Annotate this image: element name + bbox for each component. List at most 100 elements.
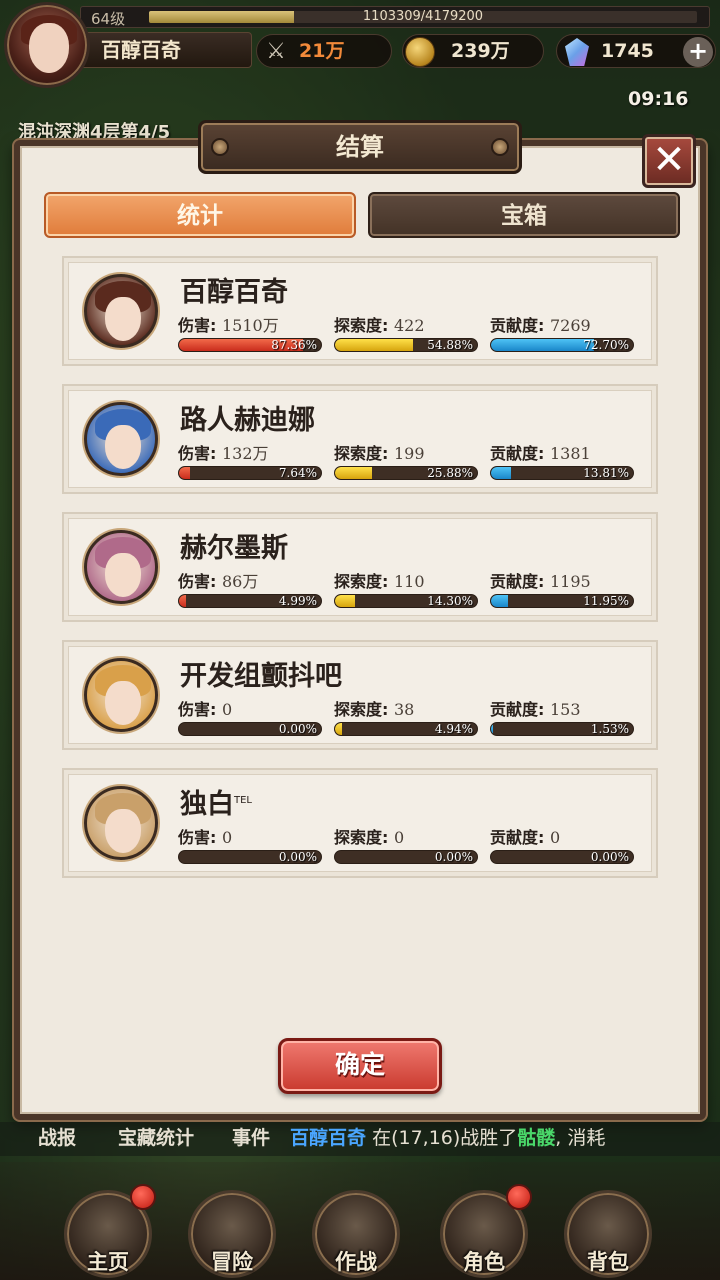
player-portrait: [84, 402, 158, 476]
tab-treasure-stats[interactable]: 宝藏统计: [118, 1122, 194, 1154]
nav-home[interactable]: 主页: [56, 1184, 160, 1280]
player-card: 赫尔墨斯 伤害: 86万 4.99% 探索度: 110 14.30% 贡献度: …: [62, 512, 658, 622]
contribution-stat-percent: 1.53%: [590, 722, 629, 736]
explore-stat-label: 探索度: 38: [334, 700, 478, 720]
bottom-nav: 主页 冒险 作战 角色 背包: [0, 1162, 720, 1280]
damage-stat-percent: 0.00%: [278, 850, 317, 864]
clock: 09:16: [628, 88, 689, 110]
contribution-stat: 贡献度: 1381 13.81%: [490, 444, 634, 480]
close-button[interactable]: ✕: [642, 134, 696, 188]
damage-stat-title: 伤害:: [178, 444, 217, 463]
notification-dot-icon: [506, 1184, 532, 1210]
contribution-stat: 贡献度: 0 0.00%: [490, 828, 634, 864]
contribution-stat: 贡献度: 7269 72.70%: [490, 316, 634, 352]
player-name-label: 赫尔墨斯: [180, 526, 288, 565]
damage-stat-value: 0: [221, 700, 233, 719]
nav-backpack[interactable]: 背包: [556, 1184, 660, 1280]
tab-battle-report[interactable]: 战报: [38, 1122, 76, 1154]
level-label: 64级: [91, 10, 126, 28]
player-name-text: 路人赫迪娜: [180, 405, 315, 436]
damage-stat-fill: [179, 467, 190, 479]
contribution-stat-label: 贡献度: 153: [490, 700, 634, 720]
explore-stat-value: 0: [393, 828, 405, 847]
explore-stat: 探索度: 199 25.88%: [334, 444, 478, 480]
damage-stat-title: 伤害:: [178, 572, 217, 591]
damage-stat: 伤害: 86万 4.99%: [178, 572, 322, 608]
nav-character[interactable]: 角色: [432, 1184, 536, 1280]
damage-stat-title: 伤害:: [178, 700, 217, 719]
explore-stat-percent: 54.88%: [427, 338, 473, 352]
player-name-text: 百醇百奇: [180, 277, 288, 308]
contribution-stat-fill: [491, 339, 595, 351]
nav-adventure[interactable]: 冒险: [180, 1184, 284, 1280]
player-avatar[interactable]: [4, 2, 90, 88]
player-name-label: 路人赫迪娜: [180, 398, 315, 437]
explore-stat-percent: 25.88%: [427, 466, 473, 480]
ticker-player: 百醇百奇: [290, 1127, 367, 1149]
contribution-stat-value: 7269: [549, 316, 591, 335]
tab-chest[interactable]: 宝箱: [368, 192, 680, 238]
dialog-title: 结算: [198, 120, 522, 174]
contribution-stat-label: 贡献度: 1195: [490, 572, 634, 592]
portrait-face: [105, 681, 141, 725]
explore-stat-title: 探索度:: [334, 572, 389, 591]
damage-stat-label: 伤害: 0: [178, 828, 322, 848]
explore-stat-value: 110: [393, 572, 425, 591]
explore-stat-bar: 54.88%: [334, 338, 478, 352]
explore-stat-label: 探索度: 422: [334, 316, 478, 336]
power-value: 21万: [299, 40, 345, 62]
explore-stat: 探索度: 110 14.30%: [334, 572, 478, 608]
explore-stat: 探索度: 0 0.00%: [334, 828, 478, 864]
explore-stat-label: 探索度: 0: [334, 828, 478, 848]
contribution-stat-percent: 11.95%: [583, 594, 629, 608]
damage-stat-title: 伤害:: [178, 316, 217, 335]
damage-stat-title: 伤害:: [178, 828, 217, 847]
damage-stat-percent: 0.00%: [278, 722, 317, 736]
contribution-stat: 贡献度: 153 1.53%: [490, 700, 634, 736]
confirm-button[interactable]: 确定: [278, 1038, 442, 1094]
ticker-monster: 骷髅: [517, 1127, 556, 1149]
notification-dot-icon: [130, 1184, 156, 1210]
nav-battle[interactable]: 作战: [304, 1184, 408, 1280]
tab-events[interactable]: 事件: [232, 1122, 270, 1154]
player-name-text: 独白: [180, 789, 234, 820]
gem-value: 1745: [601, 40, 654, 62]
player-card: 百醇百奇 伤害: 1510万 87.36% 探索度: 422 54.88% 贡献…: [62, 256, 658, 366]
ticker-message: 百醇百奇 在(17,16)战胜了骷髅, 消耗: [290, 1122, 605, 1154]
nav-label: 背包: [587, 1250, 629, 1274]
contribution-stat-title: 贡献度:: [490, 316, 545, 335]
explore-stat-percent: 4.94%: [434, 722, 473, 736]
nav-label: 角色: [463, 1250, 505, 1274]
avatar-face: [29, 23, 69, 73]
contribution-stat-value: 0: [549, 828, 561, 847]
player-tag: TEL: [234, 795, 252, 806]
contribution-stat-label: 贡献度: 1381: [490, 444, 634, 464]
tab-stats[interactable]: 统计: [44, 192, 356, 238]
contribution-stat-percent: 72.70%: [583, 338, 629, 352]
contribution-stat-bar: 11.95%: [490, 594, 634, 608]
contribution-stat: 贡献度: 1195 11.95%: [490, 572, 634, 608]
contribution-stat-title: 贡献度:: [490, 828, 545, 847]
player-portrait: [84, 274, 158, 348]
nav-label: 主页: [87, 1250, 129, 1274]
explore-stat-title: 探索度:: [334, 444, 389, 463]
explore-stat-bar: 14.30%: [334, 594, 478, 608]
damage-stat-label: 伤害: 132万: [178, 444, 322, 464]
coin-icon: [405, 37, 435, 67]
add-gems-icon[interactable]: +: [683, 37, 713, 67]
player-name-text: 赫尔墨斯: [180, 533, 288, 564]
damage-stat: 伤害: 132万 7.64%: [178, 444, 322, 480]
gem-display: 1745 +: [556, 34, 716, 68]
contribution-stat-percent: 0.00%: [590, 850, 629, 864]
explore-stat-bar: 4.94%: [334, 722, 478, 736]
nav-label: 冒险: [211, 1250, 253, 1274]
contribution-stat-value: 1381: [549, 444, 591, 463]
player-portrait: [84, 786, 158, 860]
player-name: 百醇百奇: [80, 32, 252, 68]
explore-stat-title: 探索度:: [334, 700, 389, 719]
explore-stat-percent: 0.00%: [434, 850, 473, 864]
explore-stat: 探索度: 422 54.88%: [334, 316, 478, 352]
damage-stat: 伤害: 0 0.00%: [178, 700, 322, 736]
explore-stat-title: 探索度:: [334, 828, 389, 847]
level-exp-bar: 64级 1103309/4179200: [80, 6, 710, 28]
